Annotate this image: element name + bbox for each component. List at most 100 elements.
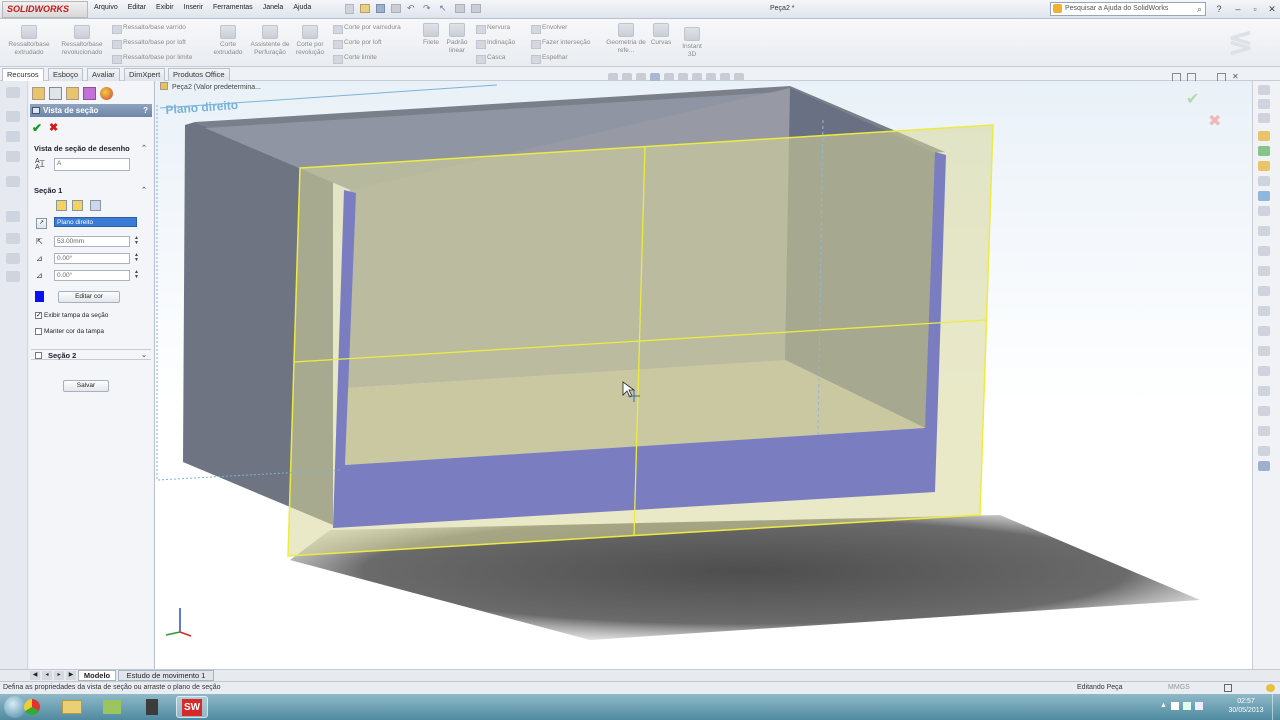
property-manager-tab-icon[interactable] (49, 87, 62, 100)
sketch-tool-icon[interactable] (1258, 461, 1270, 471)
tab-avaliar[interactable]: Avaliar (87, 68, 120, 81)
scroll-next-icon[interactable]: ▸ (54, 671, 64, 680)
curves-button[interactable]: Curvas (648, 23, 674, 47)
extruded-cut-button[interactable]: Corte extrudado (210, 25, 246, 57)
scroll-last-icon[interactable]: ▶ (66, 671, 76, 680)
draft-button[interactable]: Indinação (476, 39, 515, 49)
taskbar-app[interactable] (96, 696, 128, 718)
rebuild-icon[interactable] (455, 4, 465, 13)
status-units[interactable]: MMGS (1168, 682, 1190, 694)
strip-tool-icon[interactable] (6, 253, 20, 264)
confirm-corner-cancel-icon[interactable]: ✖ (1208, 111, 1221, 130)
tab-esboco[interactable]: Esboço (48, 68, 84, 81)
clock[interactable]: 02:57 30/05/2013 (1224, 697, 1268, 715)
status-notification-icon[interactable] (1266, 684, 1275, 692)
group-section-2[interactable]: Seção 2 ⌄ (31, 349, 151, 360)
file-explorer-icon[interactable] (1258, 146, 1270, 156)
offset-spinner[interactable]: ▲ ▼ (134, 236, 139, 247)
strip-tool-icon[interactable] (6, 111, 20, 122)
menu-inserir[interactable]: Inserir (184, 4, 203, 16)
options-icon[interactable] (471, 4, 481, 13)
collapse-icon[interactable]: ⌃ (141, 185, 147, 196)
task-pane-icon[interactable] (1258, 113, 1270, 123)
menu-editar[interactable]: Editar (128, 4, 146, 16)
view-palette-icon[interactable] (1258, 161, 1270, 171)
intersect-button[interactable]: Fazer interseção (531, 39, 590, 49)
ok-check-icon[interactable]: ✔ (32, 121, 42, 135)
select-icon[interactable]: ↖ (439, 4, 449, 13)
linear-pattern-button[interactable]: Padrão linear (444, 23, 470, 55)
sketch-tool-icon[interactable] (1258, 206, 1270, 216)
strip-tool-icon[interactable] (6, 271, 20, 282)
tray-network-icon[interactable] (1182, 702, 1191, 710)
angle-x-field[interactable]: 0.00° (54, 253, 130, 264)
display-manager-tab-icon[interactable] (100, 87, 113, 100)
sketch-tool-icon[interactable] (1258, 386, 1270, 396)
angle-y-spinner[interactable]: ▲ ▼ (134, 270, 139, 281)
loft-boss-button[interactable]: Ressalto/base por loft (112, 39, 186, 49)
tab-modelo[interactable]: Modelo (78, 670, 116, 681)
section-2-checkbox[interactable] (35, 352, 42, 359)
cap-color-swatch[interactable] (35, 291, 44, 302)
scroll-prev-icon[interactable]: ◂ (42, 671, 52, 680)
collapse-icon[interactable]: ⌃ (141, 143, 147, 154)
sketch-tool-icon[interactable] (1258, 326, 1270, 336)
redo-icon[interactable]: ↷ (423, 4, 433, 13)
custom-properties-icon[interactable] (1258, 191, 1270, 201)
expand-icon[interactable]: ⌄ (141, 350, 147, 361)
reference-plane-field[interactable]: Plano direito (54, 217, 137, 227)
swept-cut-button[interactable]: Corte por varredura (333, 24, 401, 34)
rib-button[interactable]: Nervura (476, 24, 510, 34)
boundary-cut-button[interactable]: Corte limite (333, 54, 377, 64)
status-toggle-icon[interactable] (1224, 684, 1232, 692)
design-library-icon[interactable] (1258, 131, 1270, 141)
section-name-field[interactable]: A (54, 158, 130, 171)
revolved-cut-button[interactable]: Corte por revolução (292, 25, 328, 57)
show-desktop-button[interactable] (1272, 694, 1280, 720)
angle-y-field[interactable]: 0.00° (54, 270, 130, 281)
sketch-tool-icon[interactable] (1258, 366, 1270, 376)
taskbar-solidworks[interactable]: SW (176, 696, 208, 718)
sketch-tool-icon[interactable] (1258, 226, 1270, 236)
new-icon[interactable] (345, 4, 354, 14)
sketch-tool-icon[interactable] (1258, 406, 1270, 416)
graphics-area[interactable]: ✔ ✖ Plano direito (155, 81, 1252, 669)
instant-3d-button[interactable]: Instant 3D (678, 27, 706, 59)
tray-flag-icon[interactable] (1170, 702, 1179, 710)
save-icon[interactable] (376, 4, 385, 13)
cancel-x-icon[interactable]: ✖ (49, 121, 58, 134)
sketch-tool-icon[interactable] (1258, 446, 1270, 456)
tray-arrow-icon[interactable]: ▲ (1160, 702, 1167, 712)
wrap-button[interactable]: Envolver (531, 24, 567, 34)
sketch-tool-icon[interactable] (1258, 426, 1270, 436)
sketch-tool-icon[interactable] (1258, 266, 1270, 276)
print-icon[interactable] (391, 4, 401, 13)
feature-manager-tab-icon[interactable] (32, 87, 45, 100)
appearances-icon[interactable] (1258, 176, 1270, 186)
restore-icon[interactable]: ▫ (1249, 3, 1261, 15)
close-icon[interactable]: ✕ (1266, 3, 1278, 15)
menu-exibir[interactable]: Exibir (156, 4, 174, 16)
offset-distance-field[interactable]: 53.00mm (54, 236, 130, 247)
configuration-manager-tab-icon[interactable] (66, 87, 79, 100)
reverse-direction-icon[interactable]: ↗ (36, 218, 47, 229)
front-plane-icon[interactable] (56, 200, 67, 211)
sketch-tool-icon[interactable] (1258, 246, 1270, 256)
confirm-corner-ok-icon[interactable]: ✔ (1186, 89, 1199, 108)
undo-icon[interactable]: ↶ (407, 4, 417, 13)
revolved-boss-button[interactable]: Ressalto/base revolucionado (56, 25, 108, 57)
keep-cap-color-checkbox[interactable] (35, 328, 42, 335)
open-icon[interactable] (360, 4, 370, 13)
strip-tool-icon[interactable] (6, 233, 20, 244)
dimxpert-manager-tab-icon[interactable] (83, 87, 96, 100)
menu-ajuda[interactable]: Ajuda (293, 4, 311, 16)
scroll-first-icon[interactable]: ◀ (30, 671, 40, 680)
taskbar-explorer[interactable] (56, 696, 88, 718)
swept-boss-button[interactable]: Ressalto/base varrido (112, 24, 186, 34)
strip-tool-icon[interactable] (6, 131, 20, 142)
tab-estudo-movimento[interactable]: Estudo de movimento 1 (118, 670, 214, 681)
edit-color-button[interactable]: Editar cor (58, 291, 120, 303)
group-drawing-section-view[interactable]: Vista de seção de desenho ⌃ (31, 143, 151, 154)
search-icon[interactable]: ⌕ (1197, 3, 1202, 15)
show-cap-checkbox[interactable]: ✓ (35, 312, 42, 319)
